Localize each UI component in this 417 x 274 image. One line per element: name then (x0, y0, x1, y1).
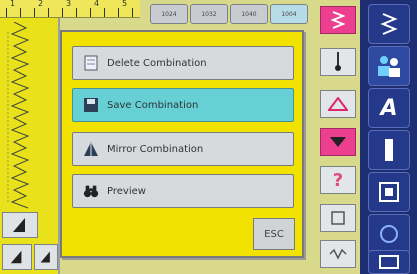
button-label: Delete Combination (107, 57, 207, 69)
stitch-width-button[interactable] (2, 244, 32, 270)
ramp-icon (10, 250, 22, 264)
letter-a-icon: A (380, 95, 398, 121)
combination-menu-button[interactable] (368, 46, 410, 86)
background-tab: 1032 (190, 4, 228, 24)
ruler: 1 2 3 4 5 (0, 0, 140, 18)
ruler-number: 3 (66, 0, 72, 8)
stitch-icon (329, 248, 347, 260)
background-tab: 1024 (150, 4, 188, 24)
button-label: Save Combination (107, 99, 199, 111)
people-icon (378, 56, 400, 77)
background-tab: 1004 (270, 4, 308, 24)
ramp-icon (13, 218, 25, 232)
pattern-end-button[interactable] (320, 6, 356, 34)
binoculars-icon (83, 183, 99, 199)
arrow-down-icon (330, 137, 346, 147)
triangle-icon (328, 97, 348, 111)
button-label: Preview (107, 185, 146, 197)
stitch-length-button[interactable] (2, 212, 38, 238)
settings-menu-button[interactable] (368, 250, 410, 274)
decorative-menu-button[interactable] (368, 172, 410, 212)
save-icon (83, 97, 99, 113)
quilt-menu-button[interactable] (368, 214, 410, 254)
securing-button[interactable] (320, 90, 356, 118)
buttonhole-menu-button[interactable] (368, 130, 410, 170)
settings-icon (379, 255, 399, 269)
help-button[interactable]: ? (320, 166, 356, 194)
edit-icon (331, 211, 345, 225)
page-icon (83, 55, 99, 71)
needle-stop-button[interactable] (320, 48, 356, 76)
frame-icon (379, 182, 399, 202)
needle-icon (335, 52, 341, 71)
mirror-combination-button[interactable]: Mirror Combination (72, 132, 294, 166)
bottom-mid-button[interactable] (320, 240, 356, 268)
ruler-number: 2 (38, 0, 44, 8)
scroll-down-button[interactable] (320, 128, 356, 156)
column-icon (385, 139, 393, 161)
delete-combination-button[interactable]: Delete Combination (72, 46, 294, 80)
question-icon: ? (332, 169, 344, 191)
ruler-number: 1 (10, 0, 16, 8)
ruler-number: 4 (94, 0, 100, 8)
mirror-icon (83, 141, 99, 157)
escape-button[interactable]: ESC (253, 218, 295, 250)
zigzag-icon (331, 11, 345, 29)
stitch-menu-button[interactable] (368, 4, 410, 44)
ramp-icon (40, 251, 50, 263)
background-tab: 1040 (230, 4, 268, 24)
bottom-tool-button[interactable] (34, 244, 58, 270)
circle-icon (380, 225, 398, 243)
alphabet-menu-button[interactable]: A (368, 88, 410, 128)
save-combination-button[interactable]: Save Combination (72, 88, 294, 122)
button-label: Mirror Combination (107, 143, 204, 155)
edit-tool-button[interactable] (320, 204, 356, 232)
preview-button[interactable]: Preview (72, 174, 294, 208)
stitch-pattern-icon (7, 22, 30, 209)
ruler-number: 5 (122, 0, 128, 8)
stitch-icon (380, 13, 398, 35)
